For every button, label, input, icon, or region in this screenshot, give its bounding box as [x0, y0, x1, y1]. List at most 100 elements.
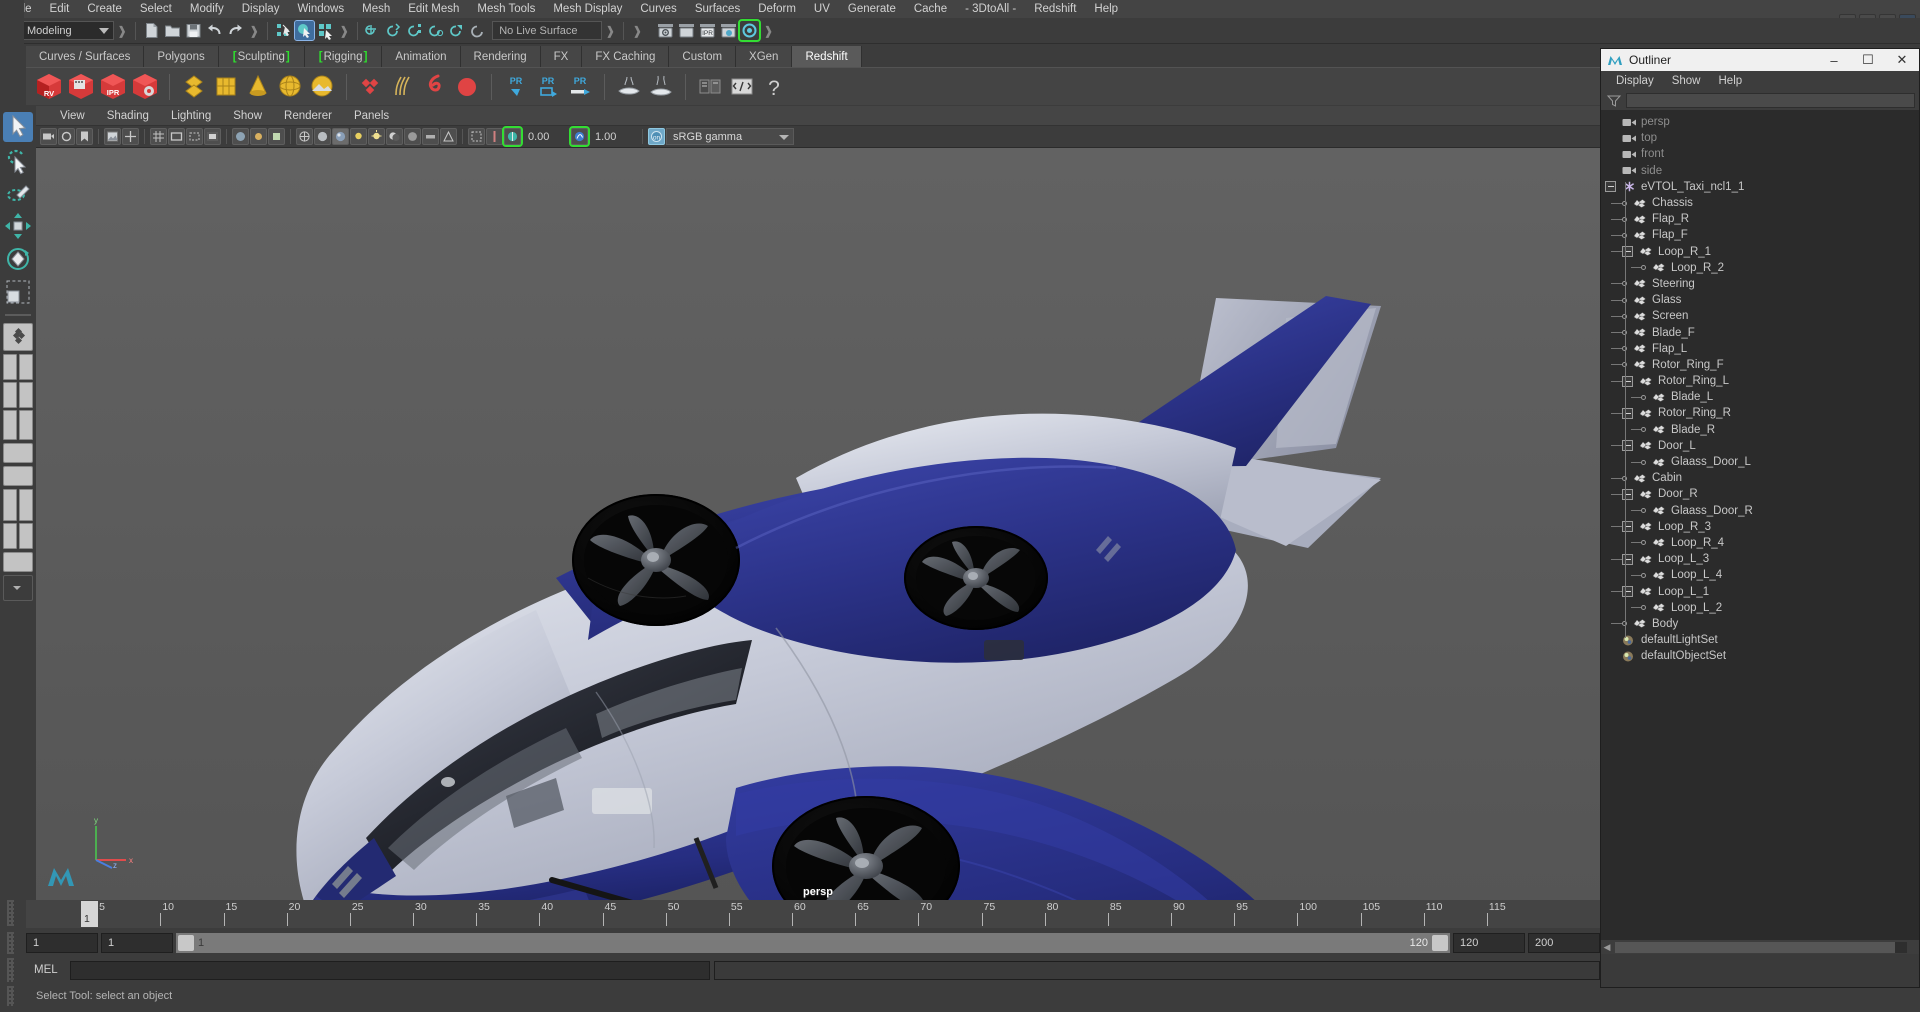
chevron-right-icon[interactable]: ❱	[629, 24, 645, 38]
collapse-handle-icon[interactable]: ❱	[114, 24, 130, 38]
layout-reference-editor-button[interactable]	[19, 523, 33, 549]
viewport-menu-lighting[interactable]: Lighting	[161, 109, 221, 123]
menu-cache[interactable]: Cache	[905, 1, 956, 18]
shelf-tab-sculpting[interactable]: [Sculpting]	[218, 46, 305, 67]
layout-persp-button[interactable]	[19, 354, 33, 380]
pr-batch-render-icon[interactable]: PR	[533, 71, 563, 102]
tree-collapse-toggle[interactable]	[1622, 488, 1633, 500]
menu-3dtoall[interactable]: - 3DtoAll -	[956, 1, 1025, 18]
shelf-tab-fx-caching[interactable]: FX Caching	[582, 46, 670, 67]
live-surface-field[interactable]: No Live Surface	[492, 21, 603, 40]
outliner-item-door-r[interactable]: Door_R	[1601, 486, 1919, 502]
quick-layout-row-4[interactable]	[3, 489, 33, 521]
outliner-item-glass[interactable]: Glass	[1601, 292, 1919, 308]
menu-uv[interactable]: UV	[805, 1, 839, 18]
shelf-tab-curves-surfaces[interactable]: Curves / Surfaces	[26, 46, 145, 67]
snap-to-curve-icon[interactable]	[385, 21, 404, 40]
redshift-render-sequence-icon[interactable]	[66, 71, 96, 102]
outliner-item-chassis[interactable]: Chassis	[1601, 195, 1919, 211]
bifrost-liquid-icon[interactable]	[614, 71, 644, 102]
outliner-item-loop-l-4[interactable]: Loop_L_4	[1601, 567, 1919, 583]
outliner-search-input[interactable]	[1626, 92, 1915, 108]
polygon-cube-icon[interactable]	[211, 71, 241, 102]
hypershade-icon[interactable]	[738, 19, 762, 42]
shelf-tab-redshift[interactable]: Redshift	[792, 46, 862, 67]
use-default-lighting-icon[interactable]	[350, 128, 367, 145]
polygon-plane-icon[interactable]	[179, 71, 209, 102]
outliner-item-blade-f[interactable]: Blade_F	[1601, 324, 1919, 340]
shelf-tab-fx[interactable]: FX	[540, 46, 583, 67]
new-scene-icon[interactable]	[142, 21, 161, 40]
tree-collapse-toggle[interactable]	[1605, 181, 1616, 193]
quick-layout-row-2[interactable]	[3, 382, 33, 408]
outliner-item-flap-l[interactable]: Flap_L	[1601, 341, 1919, 357]
menu-edit-mesh[interactable]: Edit Mesh	[399, 1, 468, 18]
shelf-tab-polygons[interactable]: Polygons	[144, 46, 219, 67]
filter-icon[interactable]	[1605, 93, 1623, 108]
outliner-item-rotor-ring-l[interactable]: Rotor_Ring_L	[1601, 373, 1919, 389]
menu-help[interactable]: Help	[1085, 1, 1127, 18]
layout-uv-editor-button[interactable]	[3, 489, 17, 521]
menu-modify[interactable]: Modify	[181, 1, 233, 18]
grid-toggle-icon[interactable]	[150, 128, 167, 145]
two-d-pan-zoom-icon[interactable]	[122, 128, 139, 145]
tree-collapse-toggle[interactable]	[1622, 521, 1633, 533]
motion-blur-icon[interactable]	[422, 128, 439, 145]
menu-mesh-display[interactable]: Mesh Display	[544, 1, 631, 18]
layout-persp-only-button[interactable]	[19, 410, 33, 440]
tree-collapse-toggle[interactable]	[1622, 407, 1633, 419]
outliner-item-glaass-door-l[interactable]: Glaass_Door_L	[1601, 454, 1919, 470]
outliner-menu-display[interactable]: Display	[1607, 74, 1663, 88]
outliner-item-front[interactable]: front	[1601, 146, 1919, 162]
outliner-item-loop-r-2[interactable]: Loop_R_2	[1601, 260, 1919, 276]
shelf-tab-animation[interactable]: Animation	[382, 46, 461, 67]
viewport-menu-show[interactable]: Show	[223, 109, 272, 123]
outliner-item-loop-l-1[interactable]: Loop_L_1	[1601, 583, 1919, 599]
range-grip[interactable]	[7, 932, 14, 954]
viewport-3d-canvas[interactable]: y x z persp	[36, 148, 1600, 902]
redo-previous-render-icon[interactable]	[677, 21, 696, 40]
outliner-item-screen[interactable]: Screen	[1601, 308, 1919, 324]
use-all-lights-icon[interactable]	[368, 128, 385, 145]
xray-toggle-icon[interactable]	[232, 128, 249, 145]
tree-collapse-toggle[interactable]	[1622, 553, 1633, 565]
outliner-item-rotor-ring-r[interactable]: Rotor_Ring_R	[1601, 405, 1919, 421]
soft-body-icon[interactable]	[452, 71, 482, 102]
playback-start-field[interactable]: 1	[101, 933, 173, 953]
anti-alias-icon[interactable]	[440, 128, 457, 145]
tree-collapse-toggle[interactable]	[1622, 440, 1633, 452]
polygon-sphere-icon[interactable]	[275, 71, 305, 102]
outliner-item-loop-l-2[interactable]: Loop_L_2	[1601, 600, 1919, 616]
polygon-cone-icon[interactable]	[243, 71, 273, 102]
color-management-toggle-icon[interactable]: on	[648, 128, 665, 145]
layout-three-pane-button[interactable]	[19, 382, 33, 408]
outliner-horizontal-scrollbar[interactable]: ◀	[1601, 940, 1919, 954]
outliner-item-loop-r-4[interactable]: Loop_R_4	[1601, 535, 1919, 551]
select-by-hierarchy-icon[interactable]	[274, 21, 293, 40]
layout-hypershade-button[interactable]	[3, 443, 33, 463]
ambient-occlusion-icon[interactable]	[404, 128, 421, 145]
timeline-grip[interactable]	[7, 900, 14, 926]
help-icon[interactable]: ?	[759, 71, 789, 102]
shelf-tab-rigging[interactable]: [Rigging]	[304, 46, 383, 67]
outliner-item-door-l[interactable]: Door_L	[1601, 438, 1919, 454]
menu-create[interactable]: Create	[78, 1, 131, 18]
animation-end-field[interactable]: 200	[1528, 933, 1600, 953]
wireframe-shading-icon[interactable]	[296, 128, 313, 145]
nparticle-emitter-icon[interactable]	[356, 71, 386, 102]
menu-generate[interactable]: Generate	[839, 1, 905, 18]
command-grip[interactable]	[7, 958, 14, 982]
outliner-item-body[interactable]: Body	[1601, 616, 1919, 632]
outliner-item-evtol-taxi-ncl1-1[interactable]: eVTOL_Taxi_ncl1_1	[1601, 179, 1919, 195]
make-live-icon[interactable]	[469, 21, 488, 40]
rotate-tool-button[interactable]	[3, 244, 33, 274]
snap-to-point-icon[interactable]	[406, 21, 425, 40]
shelf-tab-xgen[interactable]: XGen	[736, 46, 793, 67]
layout-graph-editor-button[interactable]	[3, 466, 33, 486]
outliner-item-defaultlightset[interactable]: defaultLightSet	[1601, 632, 1919, 648]
smooth-shade-textured-icon[interactable]	[332, 128, 349, 145]
outliner-item-loop-r-1[interactable]: Loop_R_1	[1601, 244, 1919, 260]
select-camera-icon[interactable]	[40, 128, 57, 145]
image-plane-icon[interactable]	[104, 128, 121, 145]
menu-set-dropdown[interactable]: Modeling	[22, 21, 114, 40]
